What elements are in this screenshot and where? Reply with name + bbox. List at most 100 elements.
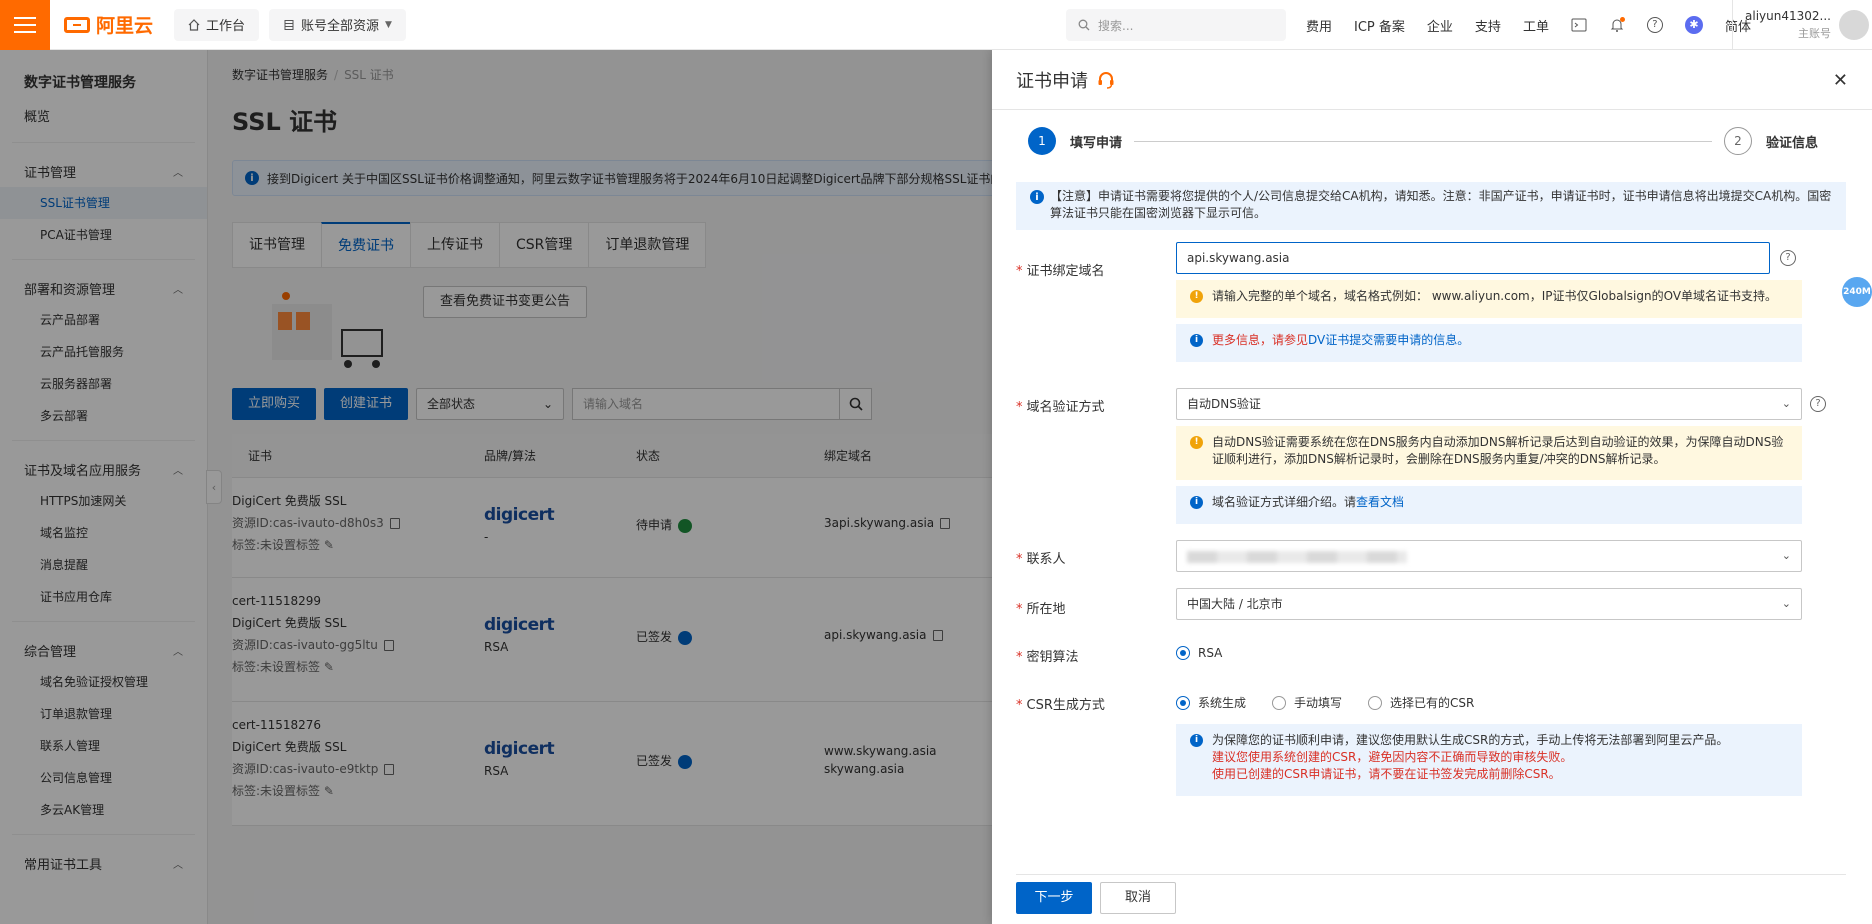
csr-label: * CSR生成方式	[1016, 698, 1105, 713]
close-icon[interactable]: ✕	[1833, 70, 1848, 91]
radio-label: 手动填写	[1294, 696, 1343, 710]
csr-info-text: 为保障您的证书顺利申请，建议您使用默认生成CSR的方式，手动上传将无法部署到阿里…	[1212, 733, 1729, 747]
domain-warning-text: 请输入完整的单个域名，域名格式例如： www.aliyun.com，IP证书仅G…	[1212, 289, 1778, 303]
redacted-contact	[1187, 550, 1407, 563]
view-docs-link[interactable]: 查看文档	[1356, 495, 1404, 509]
database-icon	[284, 19, 294, 30]
domain-input[interactable]: api.skywang.asia	[1176, 242, 1770, 274]
chevron-down-icon: ▼	[385, 19, 392, 30]
location-select[interactable]: 中国大陆 / 北京市 ⌄	[1176, 588, 1802, 620]
radio-checked	[1176, 646, 1190, 660]
floating-memory-badge[interactable]: 240M	[1842, 277, 1872, 307]
verify-label-text: 域名验证方式	[1026, 400, 1105, 415]
drawer-footer: 下一步 取消	[1016, 882, 1176, 914]
step-1-indicator: 1	[1028, 127, 1056, 155]
verify-method-select[interactable]: 自动DNS验证 ⌄	[1176, 388, 1802, 420]
contact-label: * 联系人	[1016, 552, 1066, 567]
resource-selector[interactable]: 账号全部资源 ▼	[269, 8, 406, 41]
drawer-notice: i 【注意】申请证书需要将您提供的个人/公司信息提交给CA机构，请知悉。注意：非…	[1016, 182, 1846, 230]
csr-label-text: CSR生成方式	[1026, 698, 1105, 713]
domain-info: i 更多信息，请参见DV证书提交需要申请的信息。	[1176, 324, 1802, 362]
location-label: * 所在地	[1016, 602, 1066, 617]
user-menu[interactable]: aliyun41302... 主账号	[1732, 0, 1869, 50]
csr-info: i 为保障您的证书顺利申请，建议您使用默认生成CSR的方式，手动上传将无法部署到…	[1176, 724, 1802, 796]
help-icon[interactable]: ?	[1810, 396, 1826, 412]
cancel-button[interactable]: 取消	[1100, 882, 1176, 914]
csr-radio-existing[interactable]: 选择已有的CSR	[1368, 694, 1474, 711]
algo-label: * 密钥算法	[1016, 650, 1079, 665]
info-icon: i	[1190, 496, 1203, 509]
link-support[interactable]: 支持	[1475, 16, 1501, 35]
verify-method-value: 自动DNS验证	[1187, 397, 1261, 411]
contact-select[interactable]: ⌄	[1176, 540, 1802, 572]
chevron-down-icon: ⌄	[1781, 397, 1791, 410]
search-icon	[1078, 19, 1090, 31]
radio-checked	[1176, 695, 1190, 710]
contact-label-text: 联系人	[1026, 552, 1066, 567]
step-2-label: 验证信息	[1765, 135, 1818, 151]
headset-icon[interactable]	[1096, 70, 1116, 90]
drawer-title: 证书申请	[1016, 70, 1088, 92]
chevron-down-icon: ⌄	[1781, 549, 1791, 562]
avatar	[1838, 10, 1869, 40]
domain-input-value: api.skywang.asia	[1187, 251, 1290, 265]
warning-icon: !	[1190, 436, 1203, 449]
verify-info: i 域名验证方式详细介绍。请查看文档	[1176, 486, 1802, 524]
verify-label: * 域名验证方式	[1016, 400, 1105, 415]
drawer-notice-text: 【注意】申请证书需要将您提供的个人/公司信息提交给CA机构，请知悉。注意：非国产…	[1050, 189, 1832, 220]
top-links: 费用 ICP 备案 企业 支持 工单 ? ✱ 简体	[1306, 0, 1751, 50]
bell-icon[interactable]	[1609, 17, 1625, 33]
csr-radio-group: 系统生成 手动填写 选择已有的CSR	[1176, 694, 1474, 711]
chevron-down-icon: ⌄	[1781, 597, 1791, 610]
resource-label: 账号全部资源	[301, 19, 380, 34]
warning-icon: !	[1190, 290, 1203, 303]
workbench-button[interactable]: 工作台	[174, 8, 260, 41]
algo-radio-rsa[interactable]: RSA	[1176, 646, 1222, 660]
home-icon	[188, 18, 200, 31]
step-2-indicator: 2	[1723, 127, 1752, 155]
drawer-header: 证书申请 ✕	[992, 50, 1872, 110]
verify-warning-text: 自动DNS验证需要系统在您在DNS服务内自动添加DNS解析记录后达到自动验证的效…	[1212, 435, 1784, 466]
csr-info-text: 使用已创建的CSR申请证书，请不要在证书签发完成前删除CSR。	[1212, 767, 1561, 781]
menu-icon[interactable]	[0, 0, 50, 50]
radio-label: 选择已有的CSR	[1390, 696, 1475, 710]
verify-info-text: 域名验证方式详细介绍。请	[1212, 495, 1357, 509]
assistant-icon[interactable]: ✱	[1684, 16, 1703, 34]
radio-label: RSA	[1198, 646, 1223, 660]
domain-warning: ! 请输入完整的单个域名，域名格式例如： www.aliyun.com，IP证书仅…	[1176, 280, 1802, 318]
top-bar: 阿里云 工作台 账号全部资源 ▼ 搜索... 费用 ICP 备案 企业 支持 工…	[0, 0, 1872, 50]
link-icp[interactable]: ICP 备案	[1354, 16, 1405, 35]
help-icon[interactable]: ?	[1780, 250, 1796, 266]
csr-radio-system[interactable]: 系统生成	[1176, 694, 1246, 711]
link-billing[interactable]: 费用	[1306, 16, 1332, 35]
info-icon: i	[1190, 334, 1203, 347]
aliyun-logo[interactable]: 阿里云	[64, 11, 164, 38]
csr-radio-manual[interactable]: 手动填写	[1272, 694, 1342, 711]
algo-label-text: 密钥算法	[1026, 650, 1079, 665]
algo-radio-group: RSA	[1176, 646, 1222, 660]
verify-warning: ! 自动DNS验证需要系统在您在DNS服务内自动添加DNS解析记录后达到自动验证的…	[1176, 426, 1802, 480]
user-role: 主账号	[1797, 27, 1831, 40]
terminal-icon[interactable]	[1571, 18, 1587, 32]
location-value: 中国大陆 / 北京市	[1187, 597, 1283, 611]
link-ticket[interactable]: 工单	[1523, 16, 1549, 35]
modal-overlay[interactable]	[0, 50, 992, 924]
logo-text: 阿里云	[96, 15, 154, 37]
top-search-placeholder: 搜索...	[1098, 18, 1134, 33]
top-search-input[interactable]: 搜索...	[1066, 9, 1286, 41]
step-1-label: 填写申请	[1070, 135, 1123, 151]
location-label-text: 所在地	[1026, 602, 1066, 617]
next-step-button[interactable]: 下一步	[1016, 882, 1092, 914]
info-icon: i	[1030, 190, 1044, 204]
domain-info-text: 更多信息，请参见	[1212, 333, 1309, 347]
help-icon[interactable]: ?	[1646, 17, 1663, 33]
user-name: aliyun41302...	[1745, 9, 1831, 23]
radio-unchecked	[1368, 695, 1383, 710]
info-icon: i	[1190, 734, 1203, 747]
dv-info-link[interactable]: DV证书提交需要申请的信息。	[1308, 333, 1469, 347]
domain-label-text: 证书绑定域名	[1026, 264, 1105, 279]
step-connector	[1134, 140, 1712, 142]
cert-apply-drawer: 证书申请 ✕ 1 填写申请 2 验证信息 i 【注意】申请证书需要将您提供的个人…	[992, 50, 1872, 924]
domain-label: * 证书绑定域名	[1016, 264, 1105, 279]
link-enterprise[interactable]: 企业	[1427, 16, 1453, 35]
